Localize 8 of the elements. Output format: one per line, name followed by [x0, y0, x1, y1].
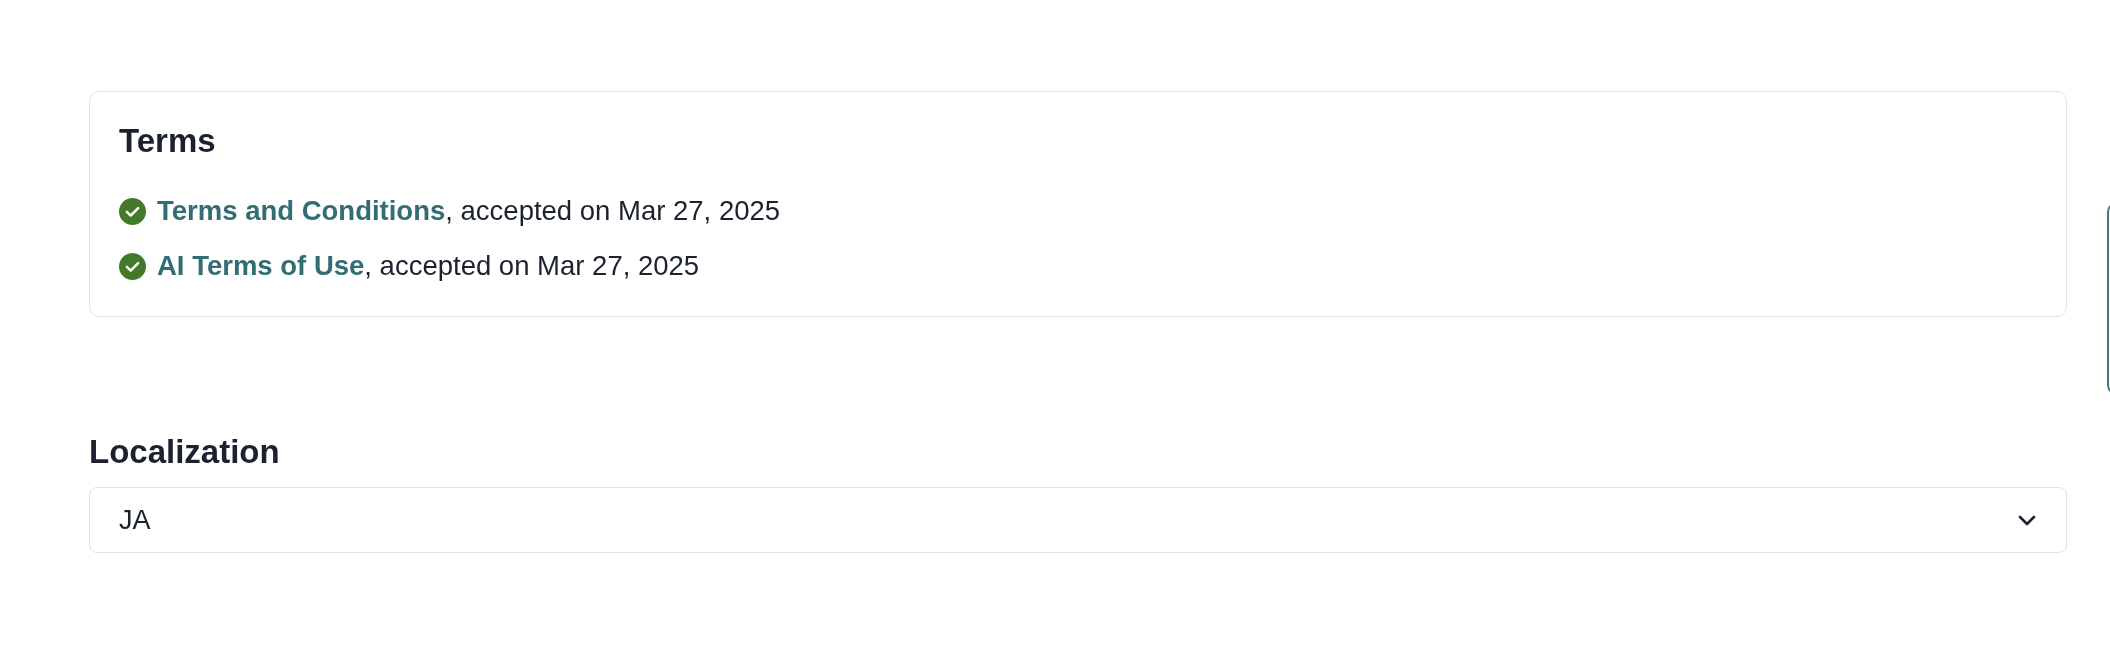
language-select[interactable]: JA — [89, 487, 2067, 553]
localization-heading: Localization — [89, 432, 281, 472]
acceptance-text: AI Terms of Use, accepted on Mar 27, 2025 — [157, 249, 700, 283]
terms-link[interactable]: AI Terms of Use — [157, 250, 365, 281]
terms-link[interactable]: Terms and Conditions — [157, 195, 446, 226]
terms-heading: Terms — [119, 121, 217, 161]
chevron-down-icon — [2018, 514, 2036, 526]
acceptance-text: Terms and Conditions, accepted on Mar 27, 2025 — [157, 194, 781, 228]
